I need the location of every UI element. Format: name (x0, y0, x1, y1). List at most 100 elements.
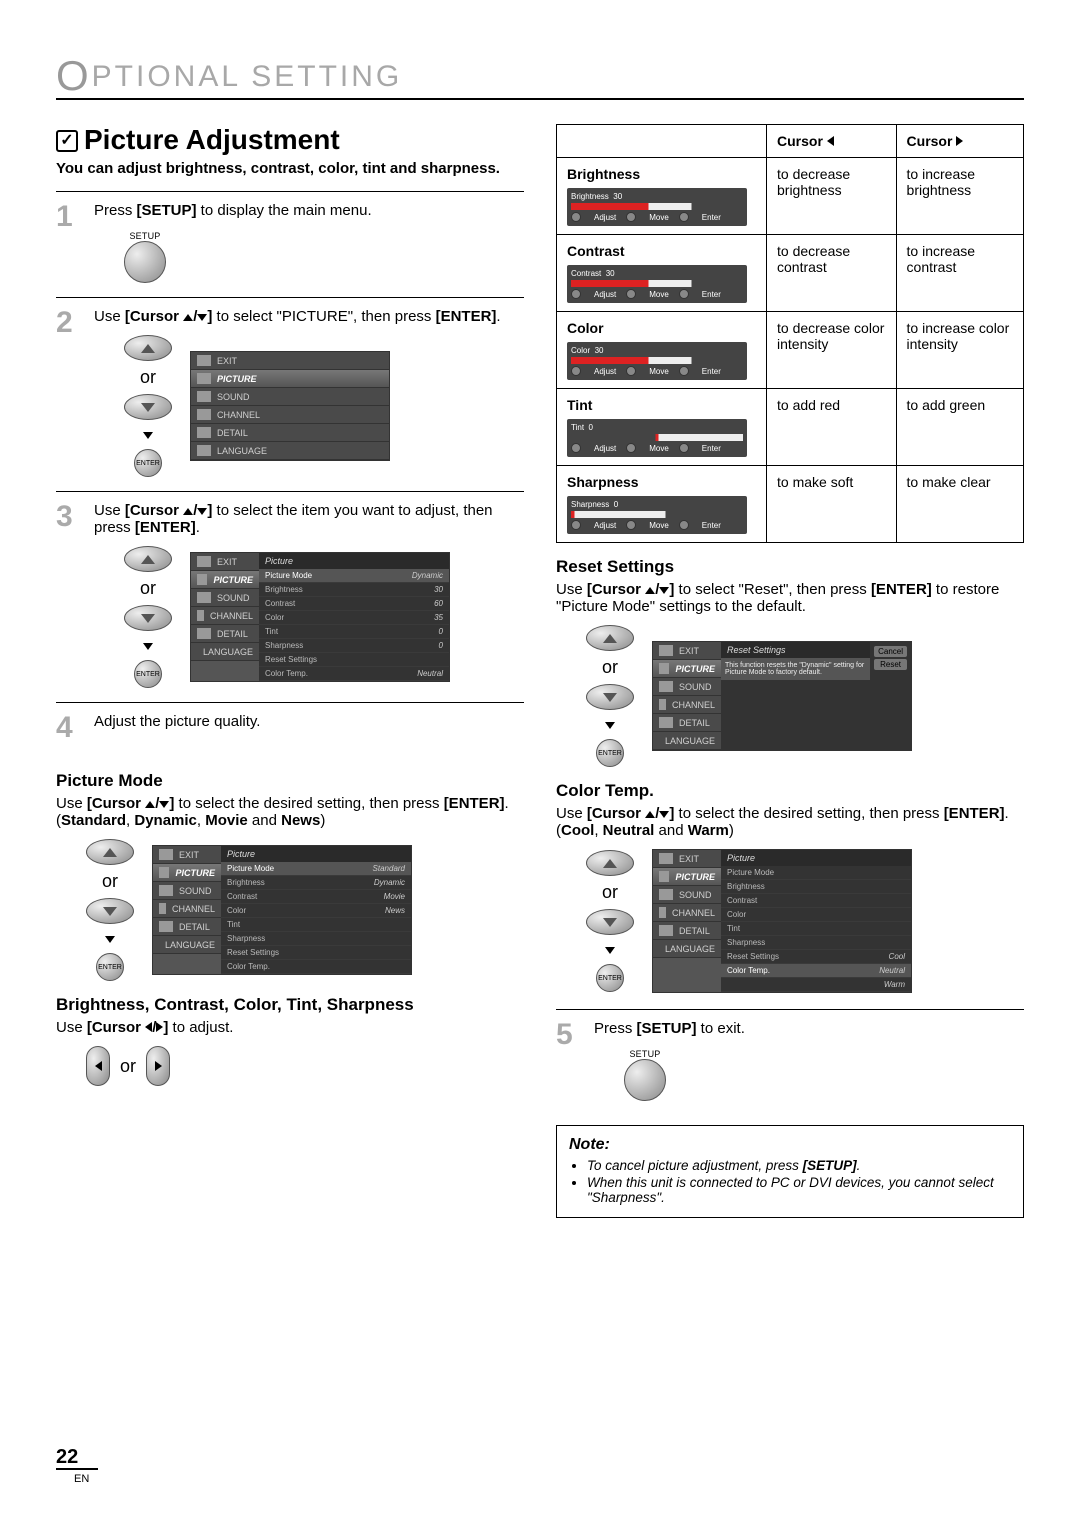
or-label: or (602, 882, 618, 903)
page-header: OPTIONAL SETTING (56, 48, 1024, 100)
arrow-down-icon (605, 722, 615, 729)
note-box: Note: To cancel picture adjustment, pres… (556, 1125, 1024, 1218)
enter-button-icon: ENTER (596, 964, 624, 992)
row-tint: Tint Tint 0 AdjustMoveEnter to add redto… (557, 389, 1024, 466)
cursor-up-icon (645, 587, 655, 594)
header-cap: O (56, 52, 92, 99)
arrow-down-icon (143, 643, 153, 650)
note-item: When this unit is connected to PC or DVI… (587, 1175, 1011, 1205)
slider-sharpness-icon: Sharpness 0 AdjustMoveEnter (567, 496, 747, 534)
slider-color-icon: Color 30 AdjustMoveEnter (567, 342, 747, 380)
cursor-left-icon (827, 136, 834, 146)
detail-icon (197, 427, 211, 438)
bcts-head: Brightness, Contrast, Color, Tint, Sharp… (56, 995, 524, 1015)
cursor-up-button-icon (124, 335, 172, 361)
setup-button-icon (124, 241, 166, 283)
osd-picture-panel: EXIT PICTURE SOUND CHANNEL DETAIL LANGUA… (190, 552, 450, 682)
cursor-down-icon (197, 508, 207, 515)
cursor-left-icon (145, 1022, 152, 1032)
cursor-down-button-icon (586, 684, 634, 710)
picture-icon (197, 373, 211, 384)
or-label: or (602, 657, 618, 678)
language-icon (197, 445, 211, 456)
right-column: Cursor Cursor Brightness Brightness 30 A… (556, 124, 1024, 1218)
cursor-down-icon (659, 811, 669, 818)
cursor-down-button-icon (86, 898, 134, 924)
osd-menu: EXIT PICTURE SOUND CHANNEL DETAIL LANGUA… (190, 351, 390, 461)
exit-icon (197, 355, 211, 366)
step-number: 3 (56, 502, 84, 688)
or-label: or (140, 578, 156, 599)
cursor-right-icon (956, 136, 963, 146)
cursor-up-button-icon (586, 850, 634, 876)
checkbox-icon: ✓ (56, 130, 78, 152)
cursor-up-button-icon (86, 839, 134, 865)
cursor-up-icon (183, 508, 193, 515)
cursor-down-button-icon (124, 394, 172, 420)
cursor-up-icon (645, 811, 655, 818)
cursor-down-icon (197, 314, 207, 321)
slider-contrast-icon: Contrast 30 AdjustMoveEnter (567, 265, 747, 303)
colortemp-text: Use [Cursor /] to select the desired set… (556, 805, 1024, 839)
setup-button-label: SETUP (124, 231, 166, 241)
cursor-up-icon (145, 801, 155, 808)
step-2: 2 Use [Cursor /] to select "PICTURE", th… (56, 297, 524, 491)
cursor-down-button-icon (586, 909, 634, 935)
step-number: 2 (56, 308, 84, 477)
or-label: or (140, 367, 156, 388)
row-sharpness: Sharpness Sharpness 0 AdjustMoveEnter to… (557, 466, 1024, 543)
cursor-down-icon (159, 801, 169, 808)
arrow-down-icon (143, 432, 153, 439)
cursor-up-icon (183, 314, 193, 321)
osd-colortemp-panel: EXIT PICTURE SOUND CHANNEL DETAIL LANGUA… (652, 849, 912, 993)
enter-button-icon: ENTER (596, 739, 624, 767)
step-3: 3 Use [Cursor /] to select the item you … (56, 491, 524, 702)
setup-button-icon (624, 1059, 666, 1101)
step-4: 4 Adjust the picture quality. (56, 702, 524, 757)
osd-reset-panel: EXIT PICTURE SOUND CHANNEL DETAIL LANGUA… (652, 641, 912, 751)
section-subtitle: You can adjust brightness, contrast, col… (56, 160, 524, 177)
picture-mode-head: Picture Mode (56, 771, 524, 791)
setup-button-label: SETUP (624, 1049, 666, 1059)
row-brightness: Brightness Brightness 30 AdjustMoveEnter… (557, 158, 1024, 235)
left-column: ✓Picture Adjustment You can adjust brigh… (56, 124, 524, 1218)
page-footer: 22 EN (56, 1446, 98, 1486)
cursor-right-button-icon (146, 1046, 170, 1086)
header-rest: PTIONAL SETTING (92, 60, 403, 93)
row-color: Color Color 30 AdjustMoveEnter to decrea… (557, 312, 1024, 389)
step-number: 5 (556, 1020, 584, 1101)
page-lang: EN (74, 1473, 89, 1485)
adjust-table: Cursor Cursor Brightness Brightness 30 A… (556, 124, 1024, 543)
step-1: 1 Press [SETUP] to display the main menu… (56, 191, 524, 297)
step-number: 4 (56, 713, 84, 743)
or-label: or (120, 1056, 136, 1077)
sound-icon (197, 391, 211, 402)
colortemp-head: Color Temp. (556, 781, 1024, 801)
cancel-button: Cancel (874, 646, 907, 657)
or-label: or (102, 871, 118, 892)
enter-button-icon: ENTER (96, 953, 124, 981)
arrow-down-icon (605, 947, 615, 954)
reset-button: Reset (874, 659, 907, 670)
page-number: 22 (56, 1446, 98, 1470)
reset-head: Reset Settings (556, 557, 1024, 577)
bcts-text: Use [Cursor /] to adjust. (56, 1019, 524, 1036)
cursor-up-button-icon (124, 546, 172, 572)
cursor-down-icon (659, 587, 669, 594)
cursor-down-button-icon (124, 605, 172, 631)
row-contrast: Contrast Contrast 30 AdjustMoveEnter to … (557, 235, 1024, 312)
slider-tint-icon: Tint 0 AdjustMoveEnter (567, 419, 747, 457)
section-title: ✓Picture Adjustment (56, 124, 524, 156)
note-item: To cancel picture adjustment, press [SET… (587, 1158, 1011, 1173)
step-number: 1 (56, 202, 84, 283)
osd-picture-mode-panel: EXIT PICTURE SOUND CHANNEL DETAIL LANGUA… (152, 845, 412, 975)
note-head: Note: (569, 1136, 1011, 1154)
cursor-left-button-icon (86, 1046, 110, 1086)
enter-button-icon: ENTER (134, 660, 162, 688)
channel-icon (197, 409, 211, 420)
slider-brightness-icon: Brightness 30 AdjustMoveEnter (567, 188, 747, 226)
cursor-up-button-icon (586, 625, 634, 651)
picture-mode-text: Use [Cursor /] to select the desired set… (56, 795, 524, 829)
arrow-down-icon (105, 936, 115, 943)
enter-button-icon: ENTER (134, 449, 162, 477)
